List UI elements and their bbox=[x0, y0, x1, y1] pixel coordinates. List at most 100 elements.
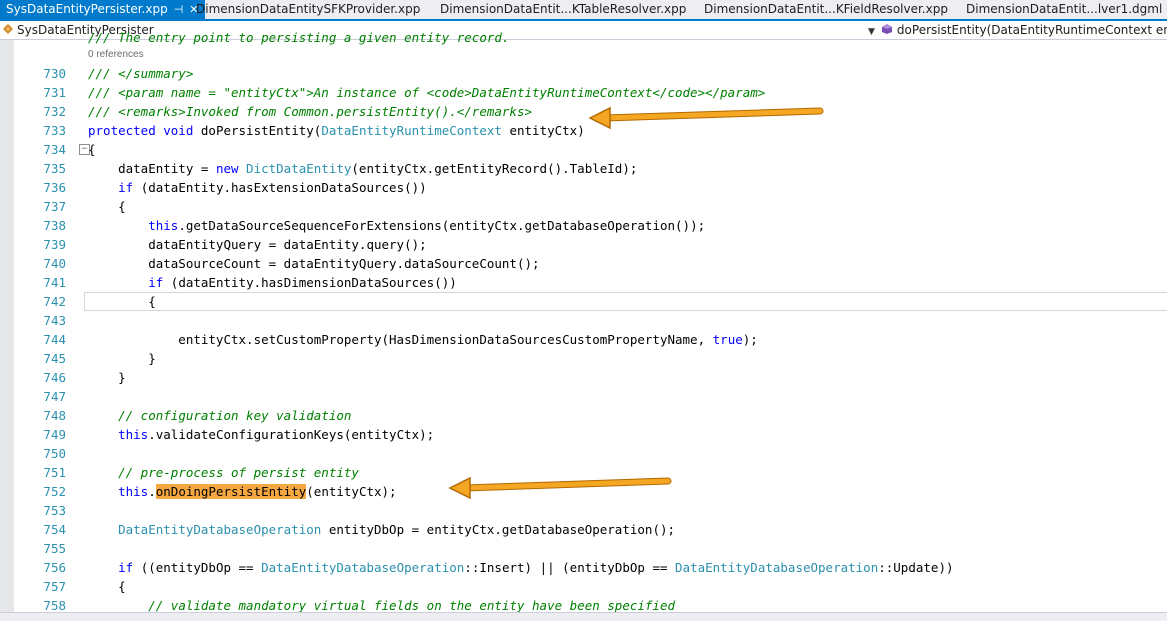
code-text: /// The entry point to persisting a give… bbox=[88, 28, 509, 47]
code-line[interactable]: 756 if ((entityDbOp == DataEntityDatabas… bbox=[0, 558, 1167, 577]
code-line[interactable]: 743 bbox=[0, 311, 1167, 330]
code-line[interactable]: 750 bbox=[0, 444, 1167, 463]
code-text: /// <param name = "entityCtx">An instanc… bbox=[88, 83, 765, 102]
code-token: this bbox=[118, 427, 149, 442]
code-line[interactable]: 738 this.getDataSourceSequenceForExtensi… bbox=[0, 216, 1167, 235]
code-line[interactable]: 749 this.validateConfigurationKeys(entit… bbox=[0, 425, 1167, 444]
code-token: (dataEntity.hasExtensionDataSources()) bbox=[133, 180, 427, 195]
code-line[interactable]: 744 entityCtx.setCustomProperty(HasDimen… bbox=[0, 330, 1167, 349]
code-text: dataEntityQuery = dataEntity.query(); bbox=[88, 235, 427, 254]
line-number: 751 bbox=[43, 465, 66, 480]
code-token: dataEntityQuery = dataEntity.query(); bbox=[88, 237, 427, 252]
code-token: . bbox=[148, 484, 156, 499]
line-number: 740 bbox=[43, 256, 66, 271]
line-number: 750 bbox=[43, 446, 66, 461]
code-line[interactable]: 730 /// </summary> bbox=[0, 64, 1167, 83]
code-token: { bbox=[88, 199, 126, 214]
code-token: (entityCtx); bbox=[306, 484, 397, 499]
code-line[interactable]: 732 /// <remarks>Invoked from Common.pers… bbox=[0, 102, 1167, 121]
code-token: .getDataSourceSequenceForExtensions(enti… bbox=[178, 218, 706, 233]
code-line[interactable]: 736 if (dataEntity.hasExtensionDataSourc… bbox=[0, 178, 1167, 197]
code-text: } bbox=[88, 349, 156, 368]
arrow-annotation-icon bbox=[588, 106, 824, 130]
code-token: /// <remarks>Invoked from Common.persist… bbox=[88, 104, 533, 119]
code-line[interactable]: 740 dataSourceCount = dataEntityQuery.da… bbox=[0, 254, 1167, 273]
code-token: ((entityDbOp == bbox=[133, 560, 262, 575]
code-token: // validate mandatory virtual fields on … bbox=[148, 598, 676, 613]
code-token: new bbox=[215, 161, 247, 176]
code-text: this.validateConfigurationKeys(entityCtx… bbox=[88, 425, 434, 444]
code-text: dataEntity = new DictDataEntity(entityCt… bbox=[88, 159, 637, 178]
line-number: 747 bbox=[43, 389, 66, 404]
highlighted-token: onDoingPersistEntity bbox=[155, 484, 307, 499]
code-token: entityDbOp = entityCtx.getDatabaseOperat… bbox=[321, 522, 676, 537]
code-token: this bbox=[148, 218, 179, 233]
code-token: protected void bbox=[88, 123, 201, 138]
pin-icon[interactable]: ⊣ bbox=[174, 0, 184, 19]
tab-dimension-dgml[interactable]: DimensionDataEntit...lver1.dgml [View bbox=[966, 0, 1167, 19]
code-line[interactable]: 753 bbox=[0, 501, 1167, 520]
code-text: this.getDataSourceSequenceForExtensions(… bbox=[88, 216, 705, 235]
code-text: if ((entityDbOp == DataEntityDatabaseOpe… bbox=[88, 558, 953, 577]
code-text: { bbox=[88, 577, 126, 596]
code-line[interactable]: 735 dataEntity = new DictDataEntity(enti… bbox=[0, 159, 1167, 178]
code-text: // pre-process of persist entity bbox=[88, 463, 359, 482]
code-line[interactable]: 742 { bbox=[0, 292, 1167, 311]
references-label[interactable]: 0 references bbox=[88, 48, 144, 62]
tab-dimension-kfield-resolver[interactable]: DimensionDataEntit...KFieldResolver.xpp bbox=[704, 0, 948, 19]
code-text: { bbox=[88, 140, 96, 159]
code-line[interactable]: 746 } bbox=[0, 368, 1167, 387]
code-token: /// </summary> bbox=[88, 66, 194, 81]
tab-sysdataentitypersister[interactable]: SysDataEntityPersister.xpp ⊣ ✕ bbox=[0, 0, 205, 19]
code-text: dataSourceCount = dataEntityQuery.dataSo… bbox=[88, 254, 540, 273]
code-line[interactable]: 757 { bbox=[0, 577, 1167, 596]
code-line[interactable]: 737 { bbox=[0, 197, 1167, 216]
tab-label: DimensionDataEntit...KTableResolver.xpp bbox=[440, 2, 687, 16]
code-token: dataSourceCount = dataEntityQuery.dataSo… bbox=[88, 256, 540, 271]
code-line[interactable]: 747 bbox=[0, 387, 1167, 406]
tab-dimension-ktable-resolver[interactable]: DimensionDataEntit...KTableResolver.xpp bbox=[440, 0, 686, 19]
line-number: 749 bbox=[43, 427, 66, 442]
line-number: 746 bbox=[43, 370, 66, 385]
line-number: 756 bbox=[43, 560, 66, 575]
code-text: if (dataEntity.hasExtensionDataSources()… bbox=[88, 178, 427, 197]
code-line-partial: /// The entry point to persisting a give… bbox=[0, 28, 1167, 47]
tab-label: DimensionDataEntit...lver1.dgml [View bbox=[966, 2, 1167, 16]
line-number: 748 bbox=[43, 408, 66, 423]
code-token: (dataEntity.hasDimensionDataSources()) bbox=[163, 275, 457, 290]
tab-dimension-sfk-provider[interactable]: DimensionDataEntitySFKProvider.xpp bbox=[196, 0, 420, 19]
code-token: DictDataEntity bbox=[246, 161, 352, 176]
code-editor[interactable]: /// The entry point to persisting a give… bbox=[0, 30, 1167, 613]
code-line[interactable]: 754 DataEntityDatabaseOperation entityDb… bbox=[0, 520, 1167, 539]
code-text: // configuration key validation bbox=[88, 406, 351, 425]
code-line[interactable]: 741 if (dataEntity.hasDimensionDataSourc… bbox=[0, 273, 1167, 292]
code-token: true bbox=[712, 332, 743, 347]
line-number: 742 bbox=[43, 294, 66, 309]
code-text: entityCtx.setCustomProperty(HasDimension… bbox=[88, 330, 758, 349]
code-line[interactable]: 731 /// <param name = "entityCtx">An inst… bbox=[0, 83, 1167, 102]
comment-token: /// The entry point to persisting a give… bbox=[88, 30, 510, 45]
code-line[interactable]: 745 } bbox=[0, 349, 1167, 368]
line-number: 741 bbox=[43, 275, 66, 290]
code-token: DataEntityRuntimeContext bbox=[321, 123, 502, 138]
code-line[interactable]: 748 // configuration key validation bbox=[0, 406, 1167, 425]
line-number: 731 bbox=[43, 85, 66, 100]
code-text: { bbox=[88, 292, 156, 311]
code-token: if bbox=[118, 180, 134, 195]
code-line[interactable]: 739 dataEntityQuery = dataEntity.query()… bbox=[0, 235, 1167, 254]
code-line[interactable]: 734−{ bbox=[0, 140, 1167, 159]
code-token: dataEntity = bbox=[88, 161, 216, 176]
code-line[interactable]: 733 protected void doPersistEntity(DataEn… bbox=[0, 121, 1167, 140]
line-number: 735 bbox=[43, 161, 66, 176]
arrow-annotation-icon bbox=[448, 476, 672, 500]
line-number: 755 bbox=[43, 541, 66, 556]
code-line[interactable]: 755 bbox=[0, 539, 1167, 558]
code-text: { bbox=[88, 197, 126, 216]
codelens-references[interactable]: 0 references bbox=[0, 48, 1167, 62]
line-number: 733 bbox=[43, 123, 66, 138]
